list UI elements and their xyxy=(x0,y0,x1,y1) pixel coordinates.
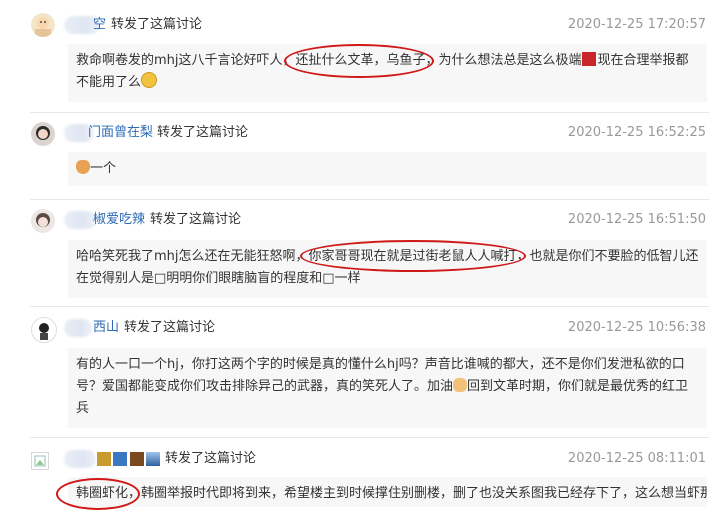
divider xyxy=(30,112,709,113)
post-content: 哈哈笑死我了mhj怎么还在无能狂怒啊，你家哥哥现在就是过街老鼠人人喊打，也就是你… xyxy=(68,240,707,298)
action-text: 转发了这篇讨论 xyxy=(157,125,249,140)
timestamp: 2020-12-25 16:52:25 xyxy=(567,125,706,140)
avatar-image-icon xyxy=(36,126,50,140)
action-text: 转发了这篇讨论 xyxy=(165,451,257,466)
avatar[interactable] xyxy=(31,317,57,343)
vip-badge-icon xyxy=(130,452,144,466)
username[interactable]: 椒爱吃辣 xyxy=(93,211,145,229)
timestamp: 2020-12-25 17:20:57 xyxy=(567,17,706,32)
avatar-image-icon xyxy=(36,213,50,227)
avatar[interactable] xyxy=(31,209,55,233)
post-content: 一个 xyxy=(68,152,707,186)
action-text: 转发了这篇讨论 xyxy=(124,320,216,335)
blue-badge-icon xyxy=(113,452,127,466)
highlighted-text: 韩圈虾化 xyxy=(76,486,129,501)
username-blur xyxy=(64,319,92,337)
fist-emoji-icon xyxy=(453,378,468,392)
timestamp: 2020-12-25 16:51:50 xyxy=(567,212,706,227)
divider xyxy=(30,306,709,307)
red-badge-icon xyxy=(581,52,596,66)
action-text: 转发了这篇讨论 xyxy=(111,17,203,32)
timestamp: 2020-12-25 08:11:01 xyxy=(567,451,706,466)
action-text: 转发了这篇讨论 xyxy=(150,212,242,227)
post-content: 救命啊卷发的mhj这八千言论好吓人，还扯什么文革，乌鱼子，为什么想法总是这么极端… xyxy=(68,44,707,102)
highlighted-text: 还扯什么文革，乌鱼子， xyxy=(295,53,439,68)
avatar[interactable] xyxy=(31,452,49,470)
broken-image-icon xyxy=(34,455,46,467)
username[interactable]: 西山 xyxy=(93,319,119,337)
avatar-image-icon xyxy=(35,17,51,37)
avatar-image-icon xyxy=(39,323,49,340)
timestamp: 2020-12-25 10:56:38 xyxy=(567,320,706,335)
post-content: 有的人一口一个hj，你打这两个字的时候是真的懂什么hj吗？声音比谁喊的都大，还不… xyxy=(68,348,707,428)
avatar[interactable] xyxy=(31,13,55,37)
gold-badge-icon xyxy=(97,452,111,466)
avatar[interactable] xyxy=(31,122,55,146)
divider xyxy=(30,199,709,200)
username[interactable]: 门面曾在梨 xyxy=(88,124,153,142)
username[interactable]: 空 xyxy=(93,16,106,34)
divider xyxy=(30,437,709,438)
username-blur xyxy=(64,450,96,468)
laugh-emoji-icon xyxy=(141,72,158,88)
cat-emoji-icon xyxy=(76,160,90,174)
username-blur xyxy=(64,211,96,229)
mountain-badge-icon xyxy=(146,452,160,466)
highlighted-text: 你家哥哥现在就是过街老鼠人人喊打， xyxy=(308,249,530,264)
post-content: 韩圈虾化，韩圈举报时代即将到来，希望楼主到时候撑住别删楼，删了也没关系图我已经存… xyxy=(68,477,707,507)
